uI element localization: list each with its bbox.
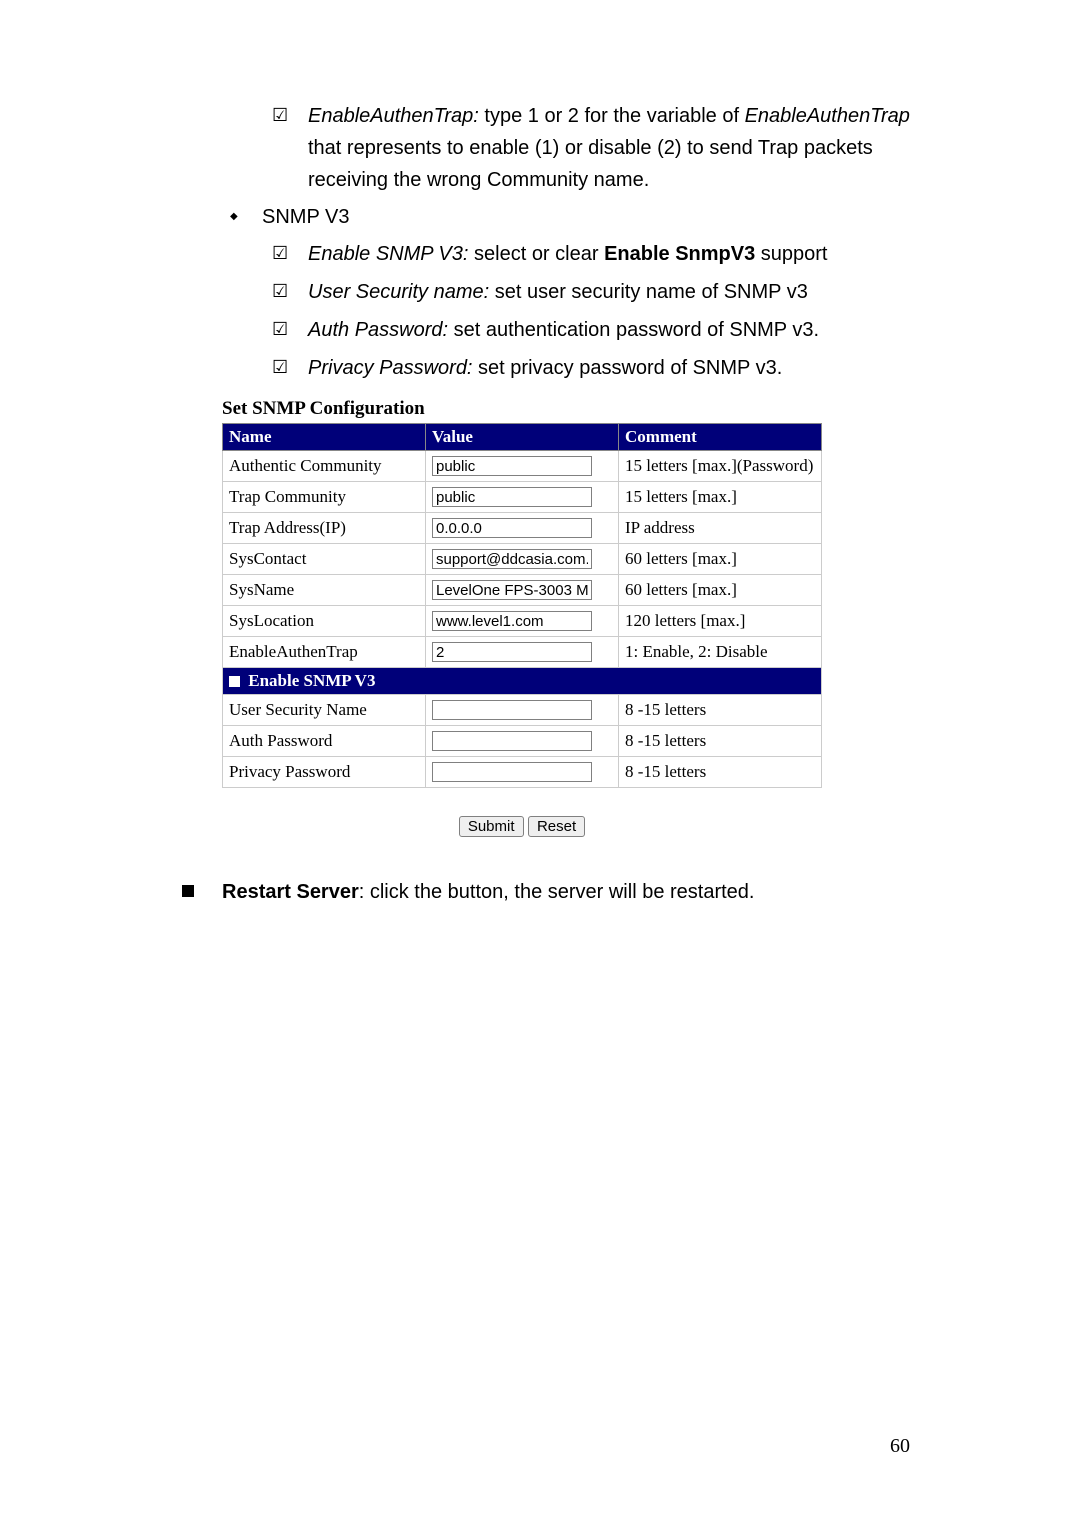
snmp-config-table: Name Value Comment Authentic Community 1… (222, 423, 822, 788)
table-header-row: Name Value Comment (223, 424, 822, 451)
col-name: Name (223, 424, 426, 451)
table-row: Auth Password 8 -15 letters (223, 726, 822, 757)
checkbox-icon: ☑ (272, 352, 290, 382)
cell-comment: 60 letters [max.] (619, 575, 822, 606)
bold-term: Enable SnmpV3 (604, 243, 755, 265)
syscontact-input[interactable] (432, 549, 592, 569)
cell-value (426, 575, 619, 606)
bullet-user-security: ☑ User Security name: set user security … (222, 276, 910, 308)
cell-comment: 8 -15 letters (619, 695, 822, 726)
bullet-enable-snmpv3: ☑ Enable SNMP V3: select or clear Enable… (222, 238, 910, 270)
table-row: Trap Address(IP) IP address (223, 513, 822, 544)
bullet-text: Auth Password: set authentication passwo… (308, 314, 910, 346)
bullet-label: EnableAuthenTrap: (308, 105, 479, 127)
cell-value (426, 695, 619, 726)
cell-name: Trap Community (223, 482, 426, 513)
cell-comment: 8 -15 letters (619, 726, 822, 757)
trap-community-input[interactable] (432, 487, 592, 507)
page-number: 60 (890, 1435, 910, 1458)
cell-comment: 15 letters [max.](Password) (619, 451, 822, 482)
cell-value (426, 544, 619, 575)
cell-name: User Security Name (223, 695, 426, 726)
bullet-label: User Security name: (308, 281, 489, 303)
snmpv3-heading-text: SNMP V3 (262, 202, 349, 232)
cell-comment: IP address (619, 513, 822, 544)
enable-snmpv3-row: Enable SNMP V3 (223, 668, 822, 695)
bullet-text: Enable SNMP V3: select or clear Enable S… (308, 238, 910, 270)
restart-label: Restart Server (222, 881, 359, 903)
authentic-community-input[interactable] (432, 456, 592, 476)
cell-value (426, 513, 619, 544)
diamond-icon: ◆ (230, 202, 240, 232)
bullet-text: Privacy Password: set privacy password o… (308, 352, 910, 384)
checkbox-icon: ☑ (272, 276, 290, 306)
cell-name: EnableAuthenTrap (223, 637, 426, 668)
cell-name: SysLocation (223, 606, 426, 637)
checkbox-icon: ☑ (272, 314, 290, 344)
enable-snmpv3-checkbox[interactable] (229, 676, 240, 687)
bullet-privacy-password: ☑ Privacy Password: set privacy password… (222, 352, 910, 384)
bullet-text: User Security name: set user security na… (308, 276, 910, 308)
bullet-label: Auth Password: (308, 319, 448, 341)
col-comment: Comment (619, 424, 822, 451)
bullet-auth-password: ☑ Auth Password: set authentication pass… (222, 314, 910, 346)
cell-comment: 15 letters [max.] (619, 482, 822, 513)
bullet-label: Privacy Password: (308, 357, 473, 379)
bullet-label: Enable SNMP V3: (308, 243, 468, 265)
enable-snmpv3-cell: Enable SNMP V3 (223, 668, 822, 695)
cell-name: Authentic Community (223, 451, 426, 482)
cell-comment: 1: Enable, 2: Disable (619, 637, 822, 668)
bullet-enable-authen-trap: ☑ EnableAuthenTrap: type 1 or 2 for the … (222, 100, 910, 196)
cell-comment: 120 letters [max.] (619, 606, 822, 637)
checkbox-icon: ☑ (272, 238, 290, 268)
auth-password-input[interactable] (432, 731, 592, 751)
snmpv3-heading: ◆ SNMP V3 (222, 202, 910, 232)
table-row: SysName 60 letters [max.] (223, 575, 822, 606)
restart-text: Restart Server: click the button, the se… (222, 877, 754, 907)
cell-comment: 60 letters [max.] (619, 544, 822, 575)
cell-value (426, 482, 619, 513)
table-row: Privacy Password 8 -15 letters (223, 757, 822, 788)
reset-button[interactable]: Reset (528, 816, 585, 837)
enable-snmpv3-label: Enable SNMP V3 (248, 671, 375, 690)
cell-value (426, 757, 619, 788)
sysname-input[interactable] (432, 580, 592, 600)
table-row: Trap Community 15 letters [max.] (223, 482, 822, 513)
cell-value (426, 451, 619, 482)
table-row: Authentic Community 15 letters [max.](Pa… (223, 451, 822, 482)
enableauthentrap-input[interactable] (432, 642, 592, 662)
square-bullet-icon (182, 885, 194, 897)
col-value: Value (426, 424, 619, 451)
cell-name: SysName (223, 575, 426, 606)
user-security-name-input[interactable] (432, 700, 592, 720)
syslocation-input[interactable] (432, 611, 592, 631)
cell-value (426, 637, 619, 668)
checkbox-icon: ☑ (272, 100, 290, 130)
em-term: EnableAuthenTrap (745, 105, 910, 127)
cell-value (426, 606, 619, 637)
document-page: ☑ EnableAuthenTrap: type 1 or 2 for the … (0, 0, 1080, 1528)
table-row: EnableAuthenTrap 1: Enable, 2: Disable (223, 637, 822, 668)
bullet-text: EnableAuthenTrap: type 1 or 2 for the va… (308, 100, 910, 196)
table-row: SysLocation 120 letters [max.] (223, 606, 822, 637)
trap-address-input[interactable] (432, 518, 592, 538)
cell-comment: 8 -15 letters (619, 757, 822, 788)
table-row: SysContact 60 letters [max.] (223, 544, 822, 575)
section-title: Set SNMP Configuration (222, 398, 910, 420)
cell-value (426, 726, 619, 757)
table-row: User Security Name 8 -15 letters (223, 695, 822, 726)
cell-name: Auth Password (223, 726, 426, 757)
submit-button[interactable]: Submit (459, 816, 524, 837)
cell-name: SysContact (223, 544, 426, 575)
button-row: Submit Reset (222, 816, 822, 837)
cell-name: Privacy Password (223, 757, 426, 788)
privacy-password-input[interactable] (432, 762, 592, 782)
restart-server-bullet: Restart Server: click the button, the se… (222, 877, 910, 907)
cell-name: Trap Address(IP) (223, 513, 426, 544)
